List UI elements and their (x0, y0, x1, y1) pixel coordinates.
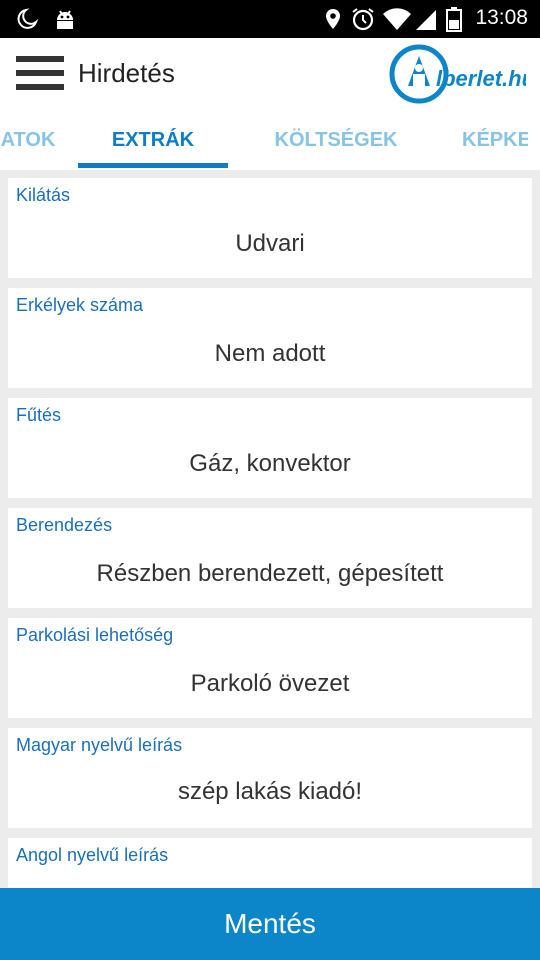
field-label: Erkélyek száma (16, 295, 144, 315)
page-title: Hirdetés (78, 58, 175, 88)
field-value: Udvari (235, 230, 305, 257)
field-card-futes[interactable]: Fűtés Gáz, konvektor (8, 398, 532, 498)
status-bar: 13:08 (0, 0, 540, 38)
field-label: Magyar nyelvű leírás (16, 735, 183, 755)
field-value: Gáz, konvektor (189, 450, 351, 477)
field-label: Parkolási lehetőség (16, 625, 174, 645)
field-card-kilatas[interactable]: Kilátás Udvari (8, 178, 532, 278)
field-card-berendezes[interactable]: Berendezés Részben berendezett, gépesíte… (8, 508, 532, 608)
field-label: Kilátás (16, 185, 71, 205)
field-value: Részben berendezett, gépesített (96, 560, 444, 587)
signal-icon (416, 10, 436, 30)
field-value: szép lakás kiadó! (177, 778, 363, 805)
wifi-icon (383, 8, 411, 30)
night-mode-icon (17, 8, 39, 29)
alberlet-logo: lberlet.hu (389, 44, 526, 104)
alarm-icon (352, 8, 374, 31)
active-tab-indicator (78, 163, 228, 168)
location-icon (326, 9, 340, 29)
field-list: Kilátás Udvari Erkélyek száma Nem adott … (8, 178, 532, 908)
hamburger-menu-icon[interactable] (16, 56, 64, 94)
save-button[interactable]: Mentés (0, 888, 540, 960)
battery-icon (446, 7, 462, 32)
field-value: Parkoló övezet (190, 670, 350, 697)
field-card-erkelyek-szama[interactable]: Erkélyek száma Nem adott (8, 288, 532, 388)
status-time: 13:08 (475, 6, 528, 29)
field-card-magyar-leiras[interactable]: Magyar nyelvű leírás szép lakás kiadó! (8, 728, 532, 828)
field-label: Fűtés (16, 405, 62, 425)
logo-text: lberlet.hu (436, 66, 526, 91)
tab-kepek[interactable]: KÉPKE (462, 110, 528, 170)
app-bar: Hirdetés lberlet.hu (0, 38, 540, 110)
tab-extrak[interactable]: EXTRÁK (78, 110, 228, 170)
field-label: Berendezés (16, 515, 113, 535)
field-value: Nem adott (214, 340, 326, 367)
tab-koltsegek[interactable]: KÖLTSÉGEK (266, 110, 406, 170)
android-icon (57, 10, 73, 29)
field-label: Angol nyelvű leírás (16, 845, 169, 865)
field-card-parkolasi-lehetoseg[interactable]: Parkolási lehetőség Parkoló övezet (8, 618, 532, 718)
tab-adatok[interactable]: ATOK (0, 110, 66, 170)
tab-bar: ATOK EXTRÁK KÖLTSÉGEK KÉPKE (0, 110, 540, 170)
